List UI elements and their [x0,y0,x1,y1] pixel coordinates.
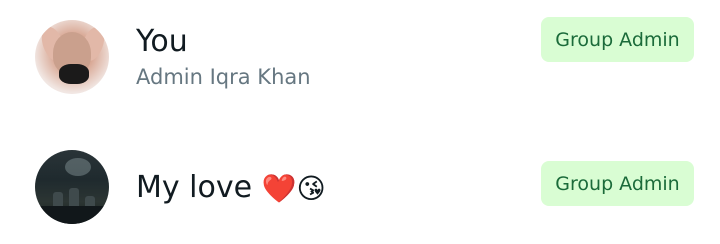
participant-row-you[interactable]: You Admin Iqra Khan Group Admin [0,0,720,100]
avatar-photo-part [65,158,91,176]
group-admin-badge: Group Admin [541,17,694,62]
participant-row-my-love[interactable]: My love ❤️😘 Group Admin [0,144,720,244]
heart-kiss-emoji-icon: ❤️😘 [261,172,326,205]
avatar[interactable] [35,20,109,94]
participant-subtitle: Admin Iqra Khan [136,65,311,89]
participant-name-text: My love [136,170,253,205]
participant-name: You [136,24,188,59]
avatar[interactable] [35,150,109,224]
participant-name: My love ❤️😘 [136,173,326,203]
avatar-photo-part [59,64,89,84]
avatar-photo-part [35,206,109,224]
group-admin-badge: Group Admin [541,161,694,206]
